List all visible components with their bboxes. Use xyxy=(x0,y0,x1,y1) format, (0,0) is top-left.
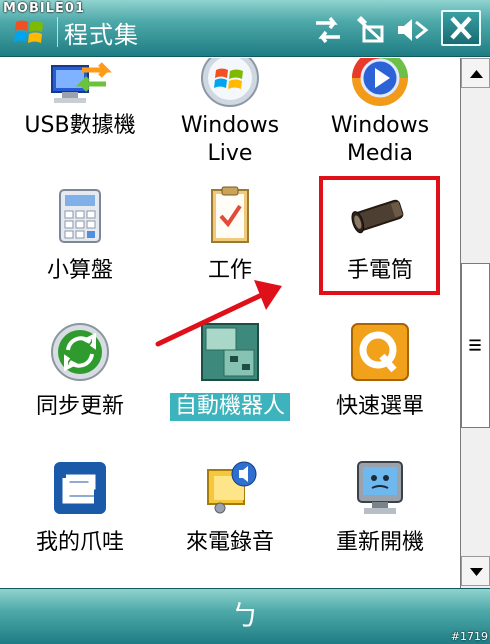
app-windows-live[interactable]: Windows Live xyxy=(155,58,305,178)
scrollbar-thumb[interactable] xyxy=(461,263,490,428)
scroll-up-button[interactable] xyxy=(461,58,490,88)
arrow-up-icon xyxy=(470,70,483,78)
grip-icon xyxy=(469,339,481,351)
annotation-highlight-box xyxy=(319,176,440,295)
vertical-scrollbar[interactable] xyxy=(460,58,490,588)
window-title: 程式集 xyxy=(64,21,139,49)
app-label: USB數據機 xyxy=(24,113,136,138)
app-label: 來電錄音 xyxy=(185,530,274,555)
app-restart[interactable]: 重新開機 xyxy=(305,456,455,586)
title-bar: MOBILE01 程式集 xyxy=(0,0,490,57)
app-activesync[interactable]: 同步更新 xyxy=(5,320,155,450)
title-separator xyxy=(57,17,58,47)
recorder-icon xyxy=(207,461,257,514)
annotation-arrow xyxy=(155,280,282,347)
app-label: Windows Live xyxy=(180,113,280,166)
app-calculator[interactable]: 小算盤 xyxy=(5,184,155,314)
app-label: 快速選單 xyxy=(335,394,424,419)
app-windows-media[interactable]: Windows Media xyxy=(305,58,455,178)
windows-start-icon[interactable] xyxy=(12,14,48,50)
sync-icon xyxy=(51,323,109,381)
scroll-down-button[interactable] xyxy=(461,556,490,586)
app-label: Windows Media xyxy=(330,113,430,166)
app-label: 我的爪哇 xyxy=(35,530,124,555)
volume-mute-icon[interactable] xyxy=(394,13,430,47)
windows-live-icon xyxy=(201,58,259,107)
clipboard-icon xyxy=(211,186,249,243)
softkey-button[interactable]: ㄅ xyxy=(225,597,265,635)
close-icon xyxy=(450,16,472,40)
softkey-bar: ㄅ #1719 xyxy=(0,588,490,644)
usb-computer-icon xyxy=(51,62,112,103)
app-my-e[interactable]: 我的爪哇 xyxy=(5,456,155,586)
app-label: 重新開機 xyxy=(335,530,424,555)
windows-media-icon xyxy=(352,58,408,106)
e-icon xyxy=(54,462,106,514)
calculator-icon xyxy=(59,189,101,243)
arrow-down-icon xyxy=(470,568,483,576)
app-label: 同步更新 xyxy=(35,394,124,419)
q-icon xyxy=(351,323,409,381)
signal-off-icon[interactable] xyxy=(352,13,388,47)
watermark-bottom: #1719 xyxy=(450,630,488,643)
app-usb-modem[interactable]: USB數據機 xyxy=(5,58,155,178)
connectivity-icon[interactable] xyxy=(310,13,346,47)
app-quick-select[interactable]: 快速選單 xyxy=(305,320,455,450)
app-label-selected: 自動機器人 xyxy=(170,393,290,421)
app-label: 小算盤 xyxy=(46,258,113,283)
restart-icon xyxy=(357,461,403,514)
app-call-recorder[interactable]: 來電錄音 xyxy=(155,456,305,586)
close-button[interactable] xyxy=(441,10,481,46)
